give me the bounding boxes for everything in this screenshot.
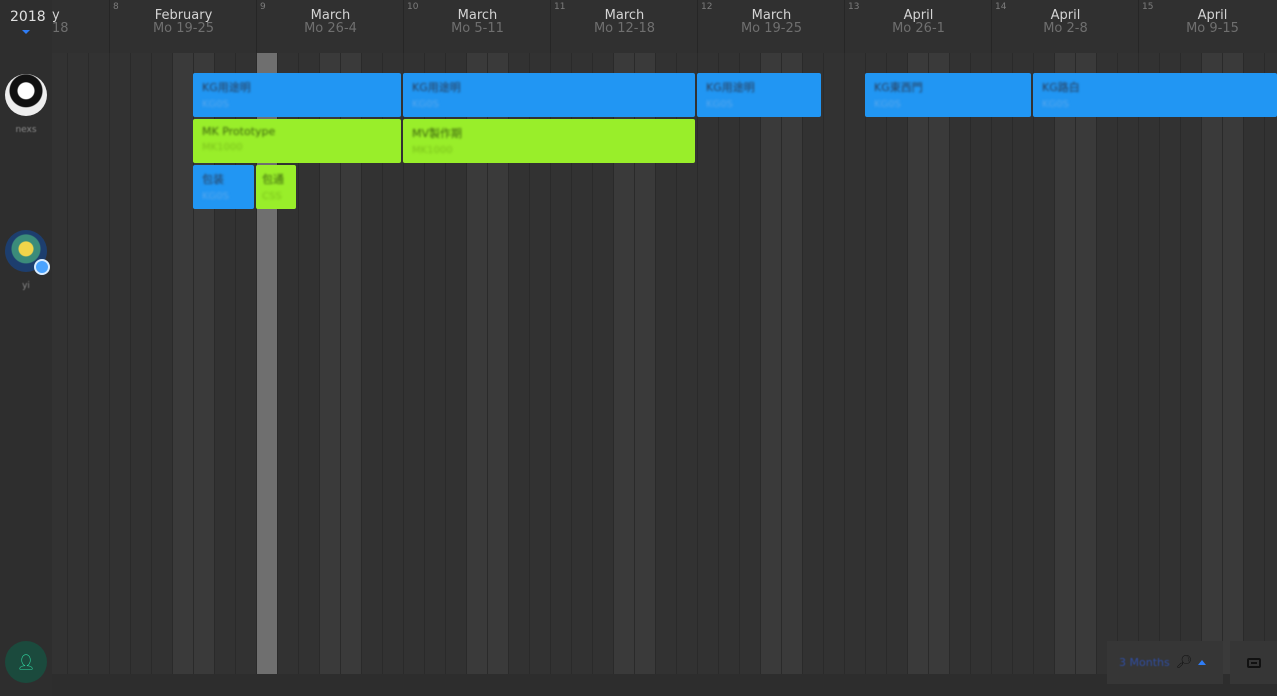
- day-column: [88, 53, 109, 674]
- day-column: [802, 53, 823, 674]
- event-code: KG0S: [706, 99, 734, 110]
- day-column: [1138, 53, 1159, 674]
- day-column: [151, 53, 172, 674]
- event-block[interactable]: MK Prototype MK1000: [193, 119, 401, 163]
- event-code: CSS: [262, 191, 282, 202]
- day-column: [109, 53, 130, 674]
- add-user-icon: 👤︎: [16, 653, 36, 671]
- event-block[interactable]: 包通 CSS: [256, 165, 296, 209]
- day-column: [1201, 53, 1222, 674]
- day-column: [1117, 53, 1138, 674]
- event-code: KG0S: [202, 99, 230, 110]
- event-code: KG0S: [874, 99, 902, 110]
- event-block[interactable]: KG東西門 KG0S: [865, 73, 1031, 117]
- day-column: [1243, 53, 1264, 674]
- day-column: [760, 53, 781, 674]
- event-code: KG0S: [202, 191, 230, 202]
- week-header[interactable]: 13 April Mo 26-1: [844, 0, 991, 53]
- week-range-label: Mo 26-1: [892, 21, 945, 36]
- week-range-label: Mo 19-25: [152, 21, 215, 36]
- week-header[interactable]: 11 March Mo 12-18: [550, 0, 697, 53]
- week-range-label: 18: [52, 21, 69, 36]
- day-column: [970, 53, 991, 674]
- event-title: 包装: [202, 173, 224, 186]
- event-title: KG東西門: [874, 81, 923, 94]
- day-column: [1096, 53, 1117, 674]
- week-header[interactable]: 8 February Mo 19-25: [109, 0, 256, 53]
- status-badge-icon: [34, 259, 50, 275]
- day-column: [781, 53, 802, 674]
- zoom-caret-icon[interactable]: [1198, 660, 1207, 665]
- week-range-label: Mo 5-11: [451, 21, 504, 36]
- day-column: [1075, 53, 1096, 674]
- event-block[interactable]: KG用途明 KG0S: [193, 73, 401, 117]
- day-column: [1180, 53, 1201, 674]
- week-header[interactable]: 10 March Mo 5-11: [403, 0, 550, 53]
- add-user-button[interactable]: 👤︎: [5, 641, 47, 683]
- week-range-label: Mo 9-15: [1186, 21, 1239, 36]
- zoom-magnifier-icon[interactable]: 🔎︎: [1176, 655, 1193, 670]
- inbox-icon: [1246, 657, 1261, 668]
- event-code: KG0S: [1042, 99, 1070, 110]
- event-block[interactable]: 包装 KG0S: [193, 165, 254, 209]
- day-column: [1222, 53, 1243, 674]
- day-column: [865, 53, 886, 674]
- day-column: [739, 53, 760, 674]
- day-column: [886, 53, 907, 674]
- day-column: [1012, 53, 1033, 674]
- week-header[interactable]: 12 March Mo 19-25: [697, 0, 844, 53]
- event-code: MK1000: [412, 145, 453, 156]
- timeline-grid[interactable]: KG用途明 KG0S KG用途明 KG0S KG用途明 KG0S KG東西門 K…: [52, 53, 1277, 674]
- day-column: [823, 53, 844, 674]
- event-code: MK1000: [202, 142, 243, 153]
- person-name: nexs: [15, 125, 37, 135]
- day-column: [1033, 53, 1054, 674]
- avatar[interactable]: [5, 74, 47, 116]
- day-column: [718, 53, 739, 674]
- day-column: [1159, 53, 1180, 674]
- inbox-button[interactable]: [1230, 641, 1277, 684]
- week-header[interactable]: 9 March Mo 26-4: [256, 0, 403, 53]
- event-block[interactable]: KG用途明 KG0S: [403, 73, 695, 117]
- day-column: [172, 53, 193, 674]
- day-column: [991, 53, 1012, 674]
- event-block[interactable]: KG用途明 KG0S: [697, 73, 821, 117]
- event-title: KG用途明: [412, 81, 461, 94]
- event-block[interactable]: KG路白 KG0S: [1033, 73, 1277, 117]
- event-block[interactable]: MV製作期 MK1000: [403, 119, 695, 163]
- event-title: 包通: [262, 173, 284, 186]
- week-header[interactable]: 14 April Mo 2-8: [991, 0, 1138, 53]
- week-range-label: Mo 19-25: [740, 21, 803, 36]
- event-title: KG用途明: [706, 81, 755, 94]
- day-column: [67, 53, 88, 674]
- week-range-label: Mo 26-4: [304, 21, 357, 36]
- day-column: [907, 53, 928, 674]
- zoom-level-label[interactable]: 3 Months: [1119, 656, 1170, 669]
- day-column: [928, 53, 949, 674]
- year-selector[interactable]: 2018: [10, 9, 46, 25]
- horizontal-scrollbar[interactable]: [52, 674, 1277, 696]
- week-range-label: Mo 2-8: [1043, 21, 1088, 36]
- day-column: [1264, 53, 1277, 674]
- event-title: KG路白: [1042, 81, 1080, 94]
- day-column: [949, 53, 970, 674]
- event-title: MV製作期: [412, 127, 463, 140]
- year-caret-icon[interactable]: [22, 30, 30, 34]
- week-range-label: Mo 12-18: [593, 21, 656, 36]
- day-column: [130, 53, 151, 674]
- timeline-header: y 18 8 February Mo 19-25 9 March Mo 26-4…: [52, 0, 1277, 53]
- event-title: KG用途明: [202, 81, 251, 94]
- zoom-control[interactable]: 3 Months 🔎︎: [1107, 641, 1223, 684]
- day-column: [697, 53, 718, 674]
- day-column: [844, 53, 865, 674]
- person-name: yi: [22, 281, 30, 291]
- week-header[interactable]: 15 April Mo 9-15: [1138, 0, 1277, 53]
- event-code: KG0S: [412, 99, 440, 110]
- day-column: [1054, 53, 1075, 674]
- people-sidebar: 2018 nexs yi 👤︎: [0, 0, 52, 696]
- event-title: MK Prototype: [202, 125, 276, 138]
